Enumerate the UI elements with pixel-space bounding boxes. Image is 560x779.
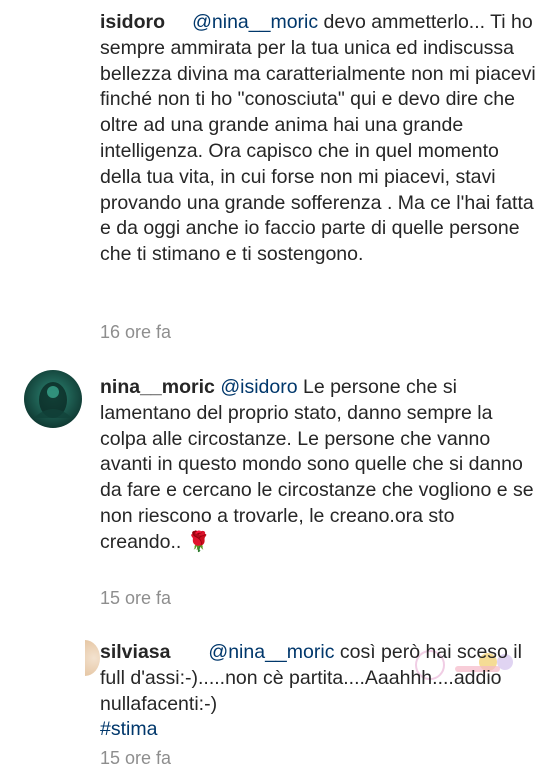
comment-text: Le persone che si lamentano del proprio … xyxy=(100,376,534,553)
comment-timestamp: 16 ore fa xyxy=(100,322,172,342)
rose-emoji: 🌹 xyxy=(186,530,212,553)
avatar[interactable] xyxy=(85,640,100,676)
comment-hashtag[interactable]: #stima xyxy=(100,718,157,740)
comment-body: nina__moric @isidoro Le persone che si l… xyxy=(100,375,540,556)
comment-body: silviasa @nina__moric così però hai sces… xyxy=(100,640,540,743)
comment-username[interactable]: isidoro xyxy=(100,11,165,33)
comment-username[interactable]: nina__moric xyxy=(100,376,215,398)
comment-timestamp: 15 ore fa xyxy=(100,588,172,608)
comment-timestamp: 15 ore fa xyxy=(100,748,172,768)
comment-text: devo ammetterlo... Ti ho sempre ammirata… xyxy=(100,11,536,266)
comment-mention[interactable]: @nina__moric xyxy=(208,641,334,663)
comment-mention[interactable]: @nina__moric xyxy=(192,11,318,33)
avatar[interactable] xyxy=(24,370,82,428)
avatar-image xyxy=(34,382,72,418)
comment-username[interactable]: silviasa xyxy=(100,641,170,663)
comment-mention[interactable]: @isidoro xyxy=(220,376,297,398)
comment-body: isidoro @nina__moric devo ammetterlo... … xyxy=(100,10,540,268)
